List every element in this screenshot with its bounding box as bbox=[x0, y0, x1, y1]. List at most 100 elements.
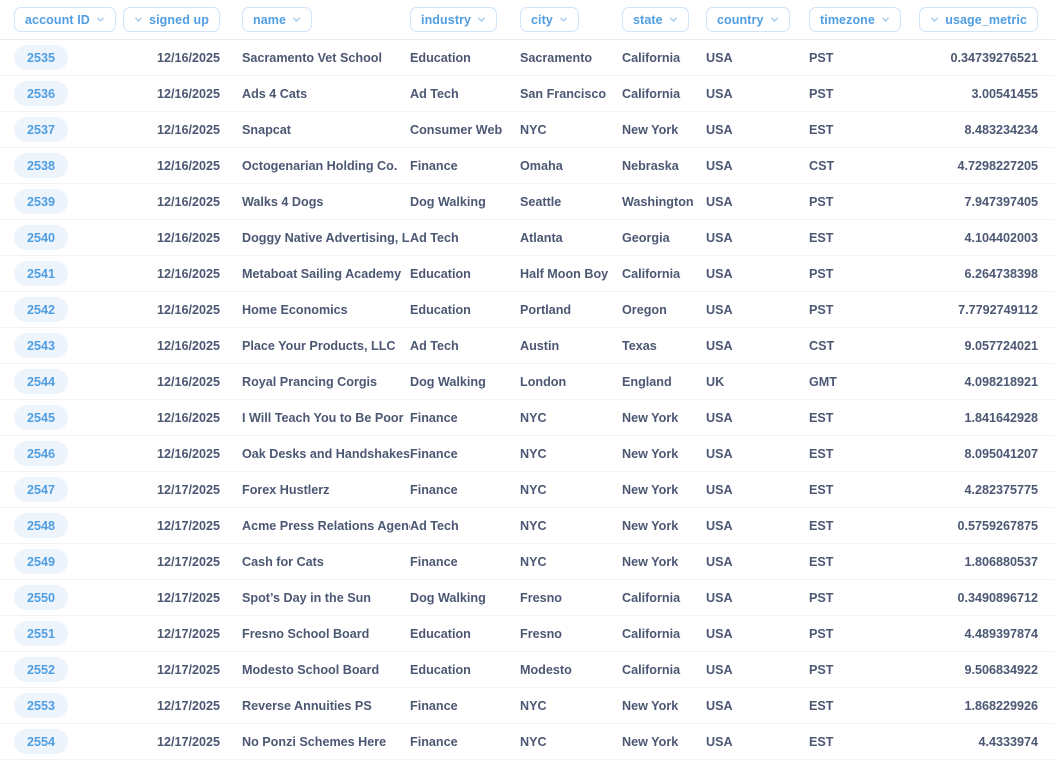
table-row[interactable]: 2535 12/16/2025 Sacramento Vet School Educa… bbox=[0, 40, 1055, 76]
table-row[interactable]: 2542 12/16/2025 Home Economics Education Por… bbox=[0, 292, 1055, 328]
cell-timezone: CST bbox=[809, 328, 938, 364]
cell-value: NYC bbox=[520, 122, 547, 137]
cell-signed_up: 12/16/2025 bbox=[120, 76, 220, 112]
column-header-button-city[interactable]: city bbox=[520, 7, 579, 32]
table-row[interactable]: 2552 12/17/2025 Modesto School Board Educat… bbox=[0, 652, 1055, 688]
chevron-down-icon bbox=[134, 15, 143, 24]
cell-city: Modesto bbox=[520, 652, 622, 688]
account-id-badge[interactable]: 2538 bbox=[14, 153, 68, 178]
cell-value: 9.057724021 bbox=[964, 338, 1038, 353]
cell-value: 7.947397405 bbox=[964, 194, 1038, 209]
cell-city: Omaha bbox=[520, 148, 622, 184]
column-header-button-state[interactable]: state bbox=[622, 7, 689, 32]
cell-state: California bbox=[622, 76, 706, 112]
column-header-button-account_id[interactable]: account ID bbox=[14, 7, 116, 32]
column-header-button-country[interactable]: country bbox=[706, 7, 790, 32]
cell-value: San Francisco bbox=[520, 86, 607, 101]
cell-account_id: 2536 bbox=[0, 76, 120, 112]
table-row[interactable]: 2541 12/16/2025 Metaboat Sailing Academy Ed… bbox=[0, 256, 1055, 292]
table-row[interactable]: 2546 12/16/2025 Oak Desks and Handshakes Fi… bbox=[0, 436, 1055, 472]
column-header-button-name[interactable]: name bbox=[242, 7, 313, 32]
cell-value: Education bbox=[410, 50, 471, 65]
table-row[interactable]: 2545 12/16/2025 I Will Teach You to Be Poo… bbox=[0, 400, 1055, 436]
account-id-badge[interactable]: 2546 bbox=[14, 441, 68, 466]
table-row[interactable]: 2537 12/16/2025 Snapcat Consumer Web NYC New … bbox=[0, 112, 1055, 148]
account-id-badge[interactable]: 2551 bbox=[14, 621, 68, 646]
cell-industry: Finance bbox=[410, 688, 520, 724]
table-row[interactable]: 2538 12/16/2025 Octogenarian Holding Co. Fi… bbox=[0, 148, 1055, 184]
cell-city: NYC bbox=[520, 688, 622, 724]
table-row[interactable]: 2544 12/16/2025 Royal Prancing Corgis Dog W… bbox=[0, 364, 1055, 400]
cell-value: PST bbox=[809, 194, 834, 209]
table-row[interactable]: 2551 12/17/2025 Fresno School Board Educati… bbox=[0, 616, 1055, 652]
table-row[interactable]: 2540 12/16/2025 Doggy Native Advertising, … bbox=[0, 220, 1055, 256]
cell-value: EST bbox=[809, 554, 834, 569]
cell-value: 0.3490896712 bbox=[957, 590, 1038, 605]
chevron-down-icon bbox=[96, 15, 105, 24]
cell-value: Dog Walking bbox=[410, 374, 486, 389]
column-header-button-industry[interactable]: industry bbox=[410, 7, 498, 32]
cell-state: California bbox=[622, 616, 706, 652]
cell-value: NYC bbox=[520, 446, 547, 461]
cell-timezone: PST bbox=[809, 652, 938, 688]
cell-value: EST bbox=[809, 410, 834, 425]
account-id-badge[interactable]: 2542 bbox=[14, 297, 68, 322]
cell-country: USA bbox=[706, 40, 809, 76]
account-id-badge[interactable]: 2549 bbox=[14, 549, 68, 574]
table-row[interactable]: 2539 12/16/2025 Walks 4 Dogs Dog Walking Sea… bbox=[0, 184, 1055, 220]
account-id-badge[interactable]: 2540 bbox=[14, 225, 68, 250]
account-id-badge[interactable]: 2545 bbox=[14, 405, 68, 430]
cell-value: EST bbox=[809, 230, 834, 245]
cell-value: 12/16/2025 bbox=[156, 194, 220, 209]
account-id-badge[interactable]: 2537 bbox=[14, 117, 68, 142]
cell-name: Oak Desks and Handshakes bbox=[220, 436, 410, 472]
cell-country: USA bbox=[706, 112, 809, 148]
cell-state: England bbox=[622, 364, 706, 400]
column-header-button-signed_up[interactable]: signed up bbox=[123, 7, 220, 32]
cell-value: 12/16/2025 bbox=[156, 338, 220, 353]
cell-usage_metric: 0.5759267875 bbox=[938, 508, 1055, 544]
cell-name: Walks 4 Dogs bbox=[220, 184, 410, 220]
table-row[interactable]: 2553 12/17/2025 Reverse Annuities PS Financ… bbox=[0, 688, 1055, 724]
account-id-badge[interactable]: 2553 bbox=[14, 693, 68, 718]
cell-account_id: 2547 bbox=[0, 472, 120, 508]
table-row[interactable]: 2536 12/16/2025 Ads 4 Cats Ad Tech San Franc… bbox=[0, 76, 1055, 112]
cell-value: Snapcat bbox=[242, 122, 291, 137]
table-row[interactable]: 2550 12/17/2025 Spot’s Day in the Sun Dog W… bbox=[0, 580, 1055, 616]
cell-account_id: 2548 bbox=[0, 508, 120, 544]
table-row[interactable]: 2548 12/17/2025 Acme Press Relations Agenc… bbox=[0, 508, 1055, 544]
account-id-badge[interactable]: 2544 bbox=[14, 369, 68, 394]
cell-value: USA bbox=[706, 50, 733, 65]
account-id-badge[interactable]: 2552 bbox=[14, 657, 68, 682]
cell-signed_up: 12/16/2025 bbox=[120, 328, 220, 364]
table-row[interactable]: 2549 12/17/2025 Cash for Cats Finance NYC New… bbox=[0, 544, 1055, 580]
account-id-badge[interactable]: 2539 bbox=[14, 189, 68, 214]
cell-account_id: 2546 bbox=[0, 436, 120, 472]
table-row[interactable]: 2543 12/16/2025 Place Your Products, LLC Ad… bbox=[0, 328, 1055, 364]
cell-account_id: 2549 bbox=[0, 544, 120, 580]
account-id-badge[interactable]: 2554 bbox=[14, 729, 68, 754]
column-header-button-usage_metric[interactable]: usage_metric bbox=[919, 7, 1038, 32]
cell-name: Metaboat Sailing Academy bbox=[220, 256, 410, 292]
cell-value: NYC bbox=[520, 482, 547, 497]
account-id-badge[interactable]: 2535 bbox=[14, 45, 68, 70]
cell-value: Education bbox=[410, 626, 471, 641]
account-id-badge[interactable]: 2550 bbox=[14, 585, 68, 610]
account-id-badge[interactable]: 2547 bbox=[14, 477, 68, 502]
cell-country: USA bbox=[706, 580, 809, 616]
account-id-badge[interactable]: 2548 bbox=[14, 513, 68, 538]
cell-industry: Education bbox=[410, 616, 520, 652]
cell-usage_metric: 4.098218921 bbox=[938, 364, 1055, 400]
cell-timezone: PST bbox=[809, 292, 938, 328]
cell-value: New York bbox=[622, 482, 679, 497]
column-header-button-timezone[interactable]: timezone bbox=[809, 7, 901, 32]
cell-industry: Ad Tech bbox=[410, 76, 520, 112]
account-id-badge[interactable]: 2541 bbox=[14, 261, 68, 286]
cell-industry: Dog Walking bbox=[410, 364, 520, 400]
cell-account_id: 2551 bbox=[0, 616, 120, 652]
table-row[interactable]: 2547 12/17/2025 Forex Hustlerz Finance NYC Ne… bbox=[0, 472, 1055, 508]
cell-country: USA bbox=[706, 544, 809, 580]
table-row[interactable]: 2554 12/17/2025 No Ponzi Schemes Here Finan… bbox=[0, 724, 1055, 760]
account-id-badge[interactable]: 2536 bbox=[14, 81, 68, 106]
account-id-badge[interactable]: 2543 bbox=[14, 333, 68, 358]
